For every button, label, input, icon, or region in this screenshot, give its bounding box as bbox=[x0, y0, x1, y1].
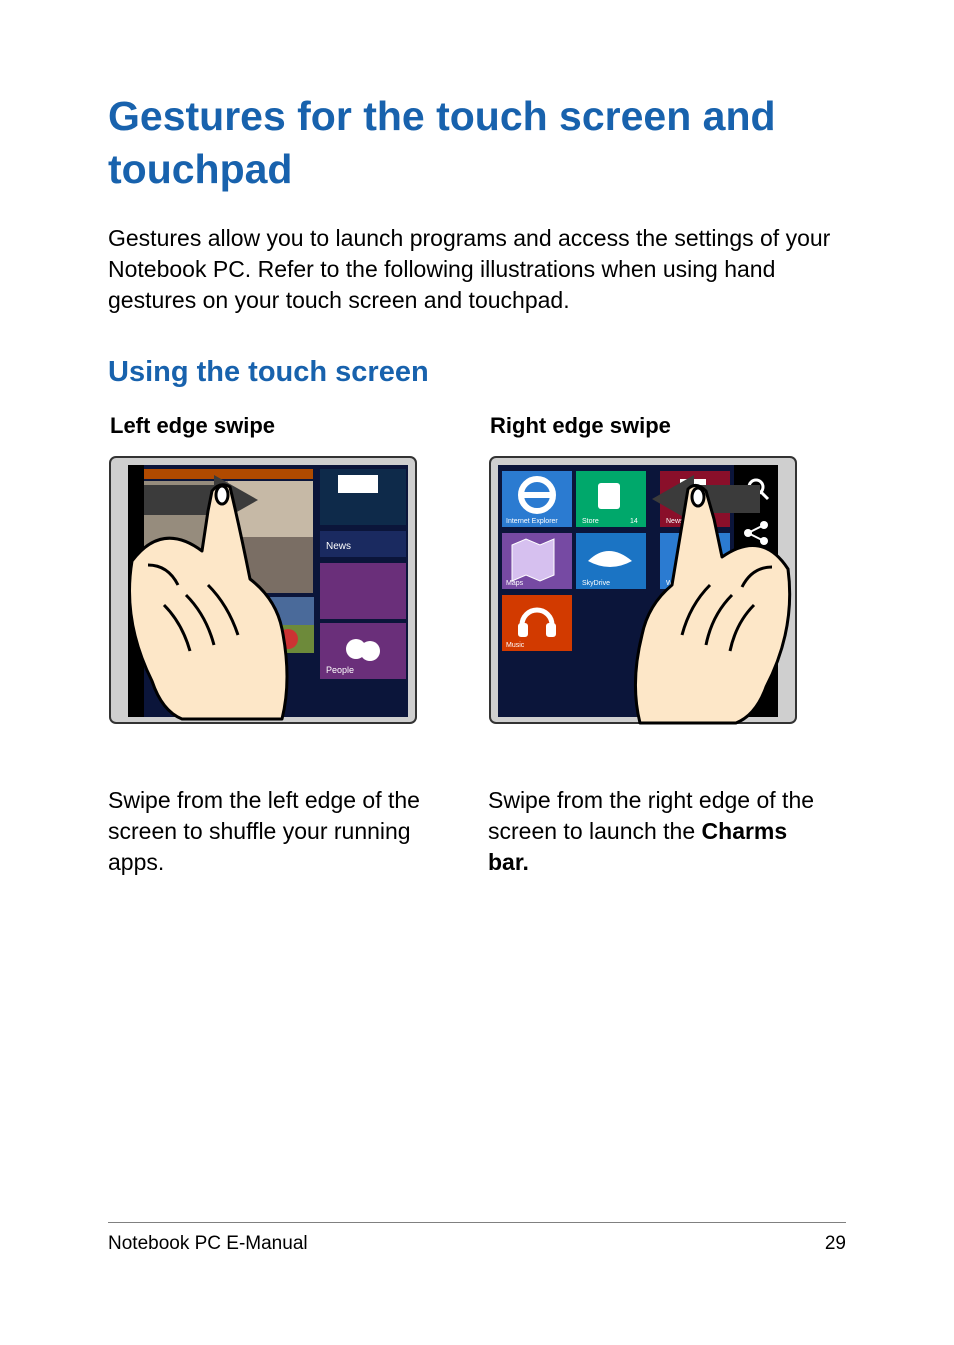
intro-paragraph: Gestures allow you to launch programs an… bbox=[108, 223, 846, 316]
svg-text:News: News bbox=[326, 541, 351, 552]
footer-page-number: 29 bbox=[825, 1233, 846, 1255]
left-edge-swipe-illustration: News People :-) bbox=[108, 455, 418, 725]
section-heading: Using the touch screen bbox=[108, 356, 846, 389]
manual-page: Gestures for the touch screen and touchp… bbox=[0, 0, 954, 1345]
svg-text:Store: Store bbox=[582, 518, 599, 525]
right-gesture-description: Swipe from the right edge of the screen … bbox=[488, 785, 828, 878]
right-edge-swipe-column: Right edge swipe Internet Explorer Store… bbox=[488, 413, 828, 878]
svg-text:14: 14 bbox=[630, 518, 638, 525]
gesture-columns: Left edge swipe bbox=[108, 413, 846, 878]
right-edge-swipe-illustration: Internet Explorer Store 14 Maps SkyDrive bbox=[488, 455, 798, 725]
page-footer: Notebook PC E-Manual 29 bbox=[108, 1222, 846, 1255]
svg-text:People: People bbox=[326, 665, 354, 675]
left-edge-swipe-column: Left edge swipe bbox=[108, 413, 448, 878]
page-title: Gestures for the touch screen and touchp… bbox=[108, 90, 846, 197]
svg-text:Music: Music bbox=[506, 642, 525, 649]
right-gesture-heading: Right edge swipe bbox=[490, 413, 828, 439]
svg-text:SkyDrive: SkyDrive bbox=[582, 580, 610, 587]
left-gesture-heading: Left edge swipe bbox=[110, 413, 448, 439]
footer-doc-title: Notebook PC E-Manual bbox=[108, 1233, 308, 1255]
svg-text:Internet Explorer: Internet Explorer bbox=[506, 518, 558, 525]
svg-text:Maps: Maps bbox=[506, 580, 524, 587]
left-gesture-description: Swipe from the left edge of the screen t… bbox=[108, 785, 448, 878]
